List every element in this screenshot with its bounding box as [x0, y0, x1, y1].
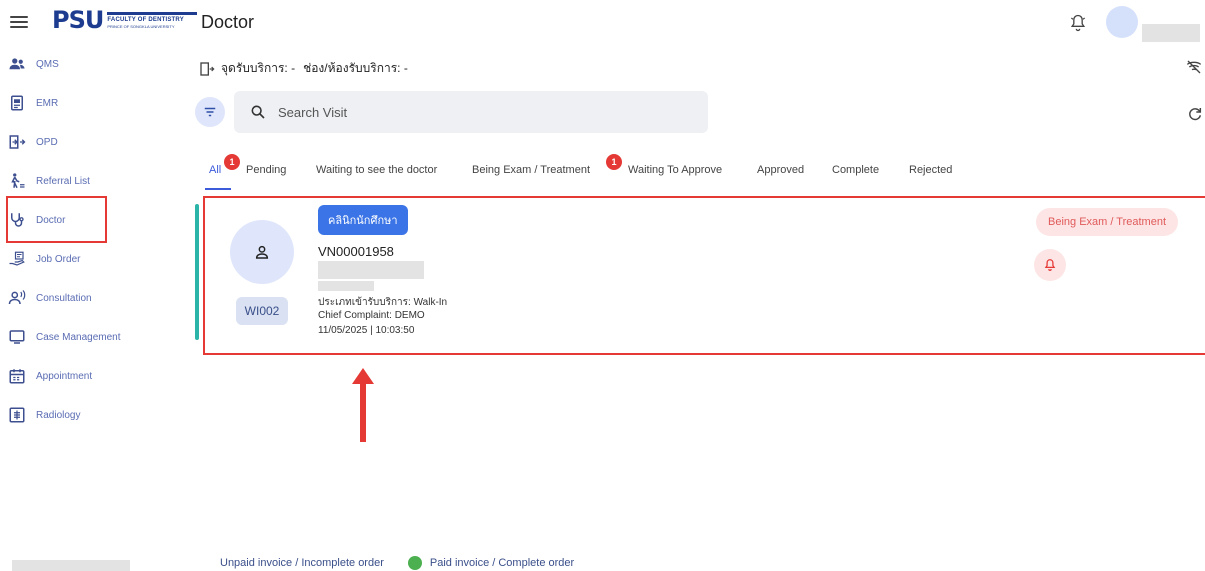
service-type: ประเภทเข้ารับบริการ: Walk-In [318, 297, 448, 308]
tab-waiting-doctor[interactable]: Waiting to see the doctor [316, 164, 437, 176]
card-accent-bar [195, 204, 199, 340]
search-box [234, 91, 708, 133]
top-bar: PSU FACULTY OF DENTISTRY PRINCE OF SONGK… [0, 0, 1205, 46]
person-icon [255, 245, 269, 259]
visit-number: VN00001958 [318, 244, 394, 259]
tab-waiting-approve[interactable]: Waiting To Approve [628, 164, 722, 176]
patient-name-redacted [318, 261, 424, 279]
bell-icon [1044, 259, 1056, 271]
notify-button[interactable] [1034, 249, 1066, 281]
service-info: จุดรับบริการ: - ช่อง/ห้องรับบริการ: - [199, 59, 408, 78]
notification-bell-icon[interactable] [1068, 13, 1088, 33]
refresh-icon[interactable] [1187, 106, 1203, 122]
clinic-chip: คลินิกนักศึกษา [318, 205, 408, 235]
active-tab-indicator [205, 188, 231, 190]
sidebar-item-label: OPD [36, 136, 58, 148]
logo-faculty: FACULTY OF DENTISTRY [107, 16, 184, 23]
sidebar-item-qms[interactable]: QMS [8, 52, 59, 76]
legend: Unpaid invoice / Incomplete order Paid i… [198, 556, 574, 570]
sidebar-item-appointment[interactable]: Appointment [8, 364, 92, 388]
service-point: จุดรับบริการ: - [221, 61, 296, 75]
tab-rejected[interactable]: Rejected [909, 164, 952, 176]
tab-pending[interactable]: Pending [246, 164, 286, 176]
sidebar-item-opd[interactable]: OPD [8, 130, 58, 154]
doctor-highlight-box [6, 196, 107, 243]
sidebar-item-job-order[interactable]: Job Order [8, 247, 80, 271]
tab-all-badge: 1 [224, 154, 240, 170]
user-name-redacted [1142, 24, 1200, 42]
logo-university: PRINCE OF SONGKLA UNIVERSITY [107, 23, 175, 29]
queue-number: WI002 [236, 297, 288, 325]
sidebar-item-label: QMS [36, 58, 59, 70]
menu-icon[interactable] [10, 13, 28, 31]
annotation-arrow [352, 368, 374, 442]
monitor-icon [9, 330, 25, 344]
patient-id-redacted [318, 281, 374, 291]
unpaid-dot [198, 556, 212, 570]
tab-being-exam-badge: 1 [606, 154, 622, 170]
calendar-icon [9, 369, 25, 384]
user-avatar[interactable] [1106, 6, 1138, 38]
status-tabs: All 1 Pending Waiting to see the doctor … [0, 154, 1205, 192]
sidebar-item-label: Consultation [36, 292, 92, 304]
person-speaking-icon [8, 290, 26, 305]
hand-list-icon [9, 251, 25, 266]
chief-complaint: Chief Complaint: DEMO [318, 310, 425, 321]
visit-datetime: 11/05/2025 | 10:03:50 [318, 325, 415, 336]
filter-icon [204, 107, 216, 117]
sidebar-item-label: Case Management [36, 331, 121, 343]
document-icon [11, 95, 23, 111]
tab-approved[interactable]: Approved [757, 164, 804, 176]
people-icon [9, 58, 25, 70]
status-badge: Being Exam / Treatment [1036, 208, 1178, 236]
filter-button[interactable] [195, 97, 225, 127]
page-title: Doctor [201, 12, 255, 32]
patient-avatar [230, 220, 294, 284]
logo: PSU FACULTY OF DENTISTRY PRINCE OF SONGK… [52, 6, 198, 34]
sidebar-item-radiology[interactable]: Radiology [8, 403, 80, 427]
sidebar-item-label: Job Order [36, 253, 81, 265]
sidebar-item-label: Appointment [36, 370, 93, 382]
sidebar-item-label: EMR [36, 97, 59, 109]
sidebar-item-case-management[interactable]: Case Management [8, 325, 121, 349]
sidebar-item-consultation[interactable]: Consultation [8, 286, 92, 310]
sidebar: QMS EMR OPD Referral List Doctor Job Ord… [0, 46, 190, 571]
door-icon [200, 61, 215, 76]
search-input[interactable] [278, 104, 678, 120]
sidebar-item-emr[interactable]: EMR [8, 91, 58, 115]
wifi-off-icon[interactable] [1186, 59, 1202, 75]
tab-being-exam[interactable]: Being Exam / Treatment [472, 164, 590, 176]
door-enter-icon [9, 135, 26, 149]
tab-all[interactable]: All [209, 164, 221, 176]
legend-unpaid: Unpaid invoice / Incomplete order [220, 557, 384, 569]
tab-complete[interactable]: Complete [832, 164, 879, 176]
sidebar-item-label: Radiology [36, 409, 81, 421]
xray-icon [9, 407, 25, 423]
legend-paid: Paid invoice / Complete order [429, 557, 575, 569]
service-room: ช่อง/ห้องรับบริการ: - [303, 61, 408, 75]
logo-mark: PSU [52, 6, 104, 34]
search-icon [251, 105, 265, 119]
version-redacted [12, 560, 130, 571]
paid-dot [407, 556, 422, 570]
